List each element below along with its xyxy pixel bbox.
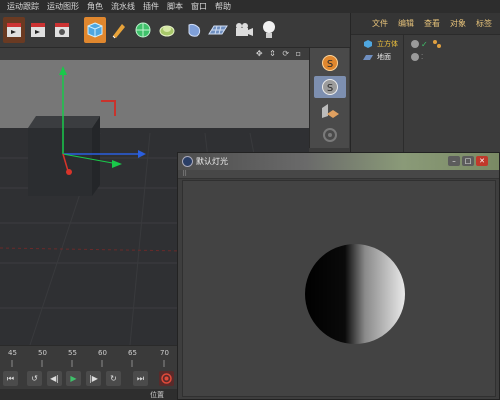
clapper-icon (31, 23, 45, 37)
window-titlebar[interactable]: 默认灯光 – □ ✕ (178, 153, 499, 170)
object-manager-menu: 文件 编辑 查看 对象 标签 书签 (351, 13, 500, 35)
light-preview-sphere[interactable] (183, 181, 497, 398)
subdivision-surface-button[interactable] (132, 17, 154, 43)
timeline-tick: 55 (68, 349, 77, 357)
svg-text:S: S (327, 59, 333, 70)
maximize-button[interactable]: □ (462, 156, 474, 166)
gear-icon (323, 128, 337, 142)
snap-icon: S (322, 55, 338, 71)
go-to-start-button[interactable]: ⏮ (3, 371, 18, 386)
om-menu-view[interactable]: 查看 (419, 18, 445, 29)
previous-key-button[interactable]: ↺ (27, 371, 42, 386)
floor-icon (208, 25, 228, 35)
snap-settings-icon: S (322, 79, 338, 95)
clapper-icon (7, 23, 21, 37)
locked-workplane-button[interactable] (314, 124, 346, 146)
pen-spline-button[interactable] (108, 17, 130, 43)
viewport-nav-icons[interactable]: ✥ ⇕ ⟳ ▫ (256, 49, 303, 58)
viewport-header: ✥ ⇕ ⟳ ▫ (0, 48, 309, 60)
window-menu-strip: ⠿ (178, 170, 499, 179)
mode-sidebar: S S (309, 48, 349, 148)
workplane-button[interactable] (314, 100, 346, 122)
workplane-icon (322, 104, 339, 118)
window-title: 默认灯光 (196, 157, 228, 166)
cube-object-button[interactable] (84, 17, 106, 43)
go-to-end-button[interactable]: ⏭ (133, 371, 148, 386)
floor-object-button[interactable] (207, 17, 229, 43)
clapper-settings-icon (55, 23, 69, 37)
camera-icon (236, 23, 253, 36)
render-to-picture-viewer-button[interactable] (27, 17, 49, 43)
render-view-button[interactable] (3, 17, 25, 43)
visibility-dot-icon[interactable] (411, 40, 419, 48)
play-button[interactable]: ▶ (66, 371, 81, 386)
svg-text:S: S (327, 83, 333, 94)
cube-icon (87, 22, 103, 38)
timeline-tick: 65 (128, 349, 137, 357)
object-row-floor[interactable]: 地面 ⁚ (351, 51, 500, 63)
om-menu-objects[interactable]: 对象 (445, 18, 471, 29)
subdivision-icon (135, 22, 151, 38)
array-icon (159, 25, 175, 37)
grip-icon[interactable]: ⠿ (182, 170, 187, 178)
array-generator-button[interactable] (156, 17, 178, 43)
position-label: 位置 (150, 391, 164, 399)
light-bulb-icon (263, 21, 275, 38)
record-icon (161, 373, 172, 384)
menu-item-motion-tracking[interactable]: 运动跟踪 (3, 1, 43, 12)
snap-settings-button[interactable]: S (314, 76, 346, 98)
object-name: 地面 (377, 53, 391, 61)
transport-controls: ⏮ ↺ ◀| ▶ |▶ ↻ ⏭ (0, 367, 180, 389)
camera-object-button[interactable] (233, 17, 255, 43)
timeline-ruler[interactable]: 45 50 55 60 65 70 (0, 345, 180, 368)
object-name: 立方体 (377, 40, 398, 48)
check-icon[interactable]: ✓ (421, 40, 428, 49)
minimize-button[interactable]: – (448, 156, 460, 166)
menu-item-help[interactable]: 帮助 (211, 1, 235, 12)
record-button[interactable] (159, 371, 174, 386)
render-settings-button[interactable] (51, 17, 73, 43)
timeline-tick: 45 (8, 349, 17, 357)
timeline-tick: 70 (160, 349, 169, 357)
om-menu-edit[interactable]: 编辑 (393, 18, 419, 29)
light-object-button[interactable] (258, 17, 280, 43)
floor-icon (363, 55, 373, 60)
timeline-tick: 60 (98, 349, 107, 357)
cinema4d-logo-icon (182, 156, 193, 167)
timeline-tick: 50 (38, 349, 47, 357)
deformer-button[interactable] (183, 17, 205, 43)
snap-toggle-button[interactable]: S (314, 52, 346, 74)
next-frame-button[interactable]: |▶ (86, 371, 101, 386)
menu-item-pipeline[interactable]: 流水线 (107, 1, 139, 12)
menu-item-mograph[interactable]: 运动图形 (43, 1, 83, 12)
om-menu-file[interactable]: 文件 (367, 18, 393, 29)
menu-item-window[interactable]: 窗口 (187, 1, 211, 12)
light-preview-canvas[interactable] (182, 180, 496, 397)
close-button[interactable]: ✕ (476, 156, 488, 166)
pen-icon (112, 24, 125, 39)
cube-icon (364, 40, 372, 48)
previous-frame-button[interactable]: ◀| (47, 371, 62, 386)
default-light-window: 默认灯光 – □ ✕ ⠿ (177, 152, 500, 400)
next-key-button[interactable]: ↻ (106, 371, 121, 386)
render-dot-icon[interactable]: ⁚ (421, 53, 423, 61)
coordinates-strip: 位置 (0, 389, 180, 400)
main-toolbar (0, 13, 350, 48)
phong-tag-icon[interactable] (432, 39, 442, 49)
menu-item-script[interactable]: 脚本 (163, 1, 187, 12)
om-menu-tags[interactable]: 标签 (471, 18, 497, 29)
menu-item-plugins[interactable]: 插件 (139, 1, 163, 12)
visibility-dot-icon[interactable] (411, 53, 419, 61)
menu-bar: 运动跟踪 运动图形 角色 流水线 插件 脚本 窗口 帮助 (0, 0, 500, 13)
menu-item-character[interactable]: 角色 (83, 1, 107, 12)
deformer-icon (188, 23, 201, 37)
object-row-cube[interactable]: 立方体 ✓ (351, 38, 500, 50)
